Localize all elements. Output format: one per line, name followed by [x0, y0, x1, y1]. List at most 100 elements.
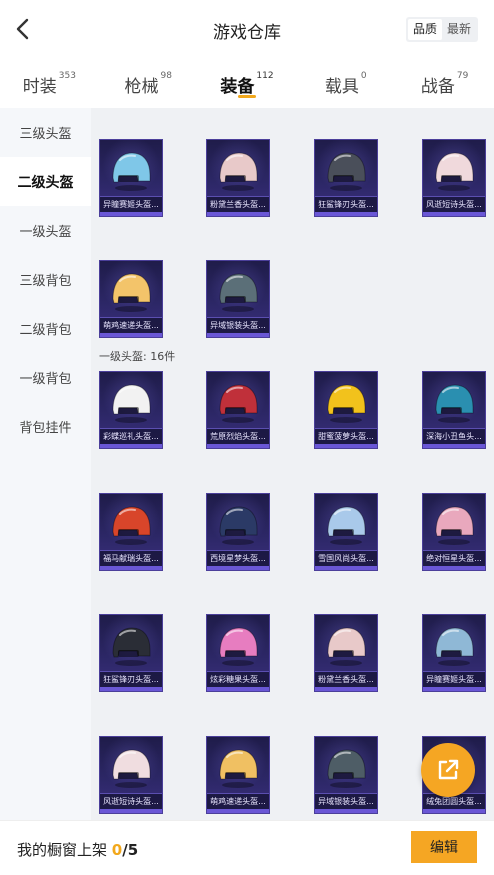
sidebar-item-level1-backpack[interactable]: 一级背包 — [0, 353, 91, 402]
item-name: 异域银装头盔... — [315, 793, 377, 809]
helmet-icon — [219, 749, 258, 788]
item-card[interactable]: 福马献瑞头盔... — [99, 493, 163, 571]
footer-bar: 我的橱窗上架 0/5 编辑 — [0, 820, 494, 875]
item-card[interactable]: 狂鲨锋刃头盔... — [99, 614, 163, 692]
rarity-bar — [207, 444, 269, 448]
rarity-bar — [315, 809, 377, 813]
item-card[interactable]: 异域银装头盔... — [314, 736, 378, 814]
share-button[interactable] — [421, 743, 475, 797]
helmet-icon — [112, 627, 151, 666]
item-card[interactable]: 异瞳赛姬头盔... — [422, 614, 486, 692]
group-title-level1-helmet: 一级头盔: 16件 — [99, 350, 176, 363]
rarity-bar — [423, 444, 485, 448]
item-name: 深海小丑鱼头... — [423, 428, 485, 444]
helmet-icon — [219, 627, 258, 666]
rarity-bar — [315, 566, 377, 570]
helmet-icon — [219, 506, 258, 545]
rarity-bar — [207, 687, 269, 691]
sidebar-item-level1-helmet[interactable]: 一级头盔 — [0, 206, 91, 255]
helmet-icon — [327, 627, 366, 666]
item-name: 西境星梦头盔... — [207, 550, 269, 566]
sidebar-item-level3-helmet[interactable]: 三级头盔 — [0, 108, 91, 157]
helmet-icon — [112, 152, 151, 191]
sidebar-item-level2-backpack[interactable]: 二级背包 — [0, 304, 91, 353]
item-name: 粉黛兰香头盔... — [315, 671, 377, 687]
rarity-bar — [100, 809, 162, 813]
tab-fashion[interactable]: 时装 353 — [0, 58, 99, 108]
item-grid: 一级头盔: 16件 异瞳赛姬头盔... 粉黛兰香头盔... 狂鲨锋刃头盔... 风逝短… — [91, 108, 494, 820]
item-name: 异瞳赛姬头盔... — [100, 196, 162, 212]
tab-count: 79 — [456, 71, 469, 81]
helmet-icon — [112, 506, 151, 545]
edit-button[interactable]: 编辑 — [411, 831, 477, 863]
item-name: 狂鲨锋刃头盔... — [100, 671, 162, 687]
showcase-label: 我的橱窗上架 — [17, 841, 112, 859]
item-name: 风逝短诗头盔... — [423, 196, 485, 212]
item-card[interactable]: 西境星梦头盔... — [206, 493, 270, 571]
sort-newest-option[interactable]: 最新 — [442, 19, 476, 40]
item-card[interactable]: 甜蜜菠萝头盔... — [314, 371, 378, 449]
helmet-icon — [219, 273, 258, 312]
item-name: 雪国风尚头盔... — [315, 550, 377, 566]
item-card[interactable]: 萌鸡速递头盔... — [99, 260, 163, 338]
item-name: 炫彩糖果头盔... — [207, 671, 269, 687]
rarity-bar — [423, 566, 485, 570]
item-card[interactable]: 炫彩糖果头盔... — [206, 614, 270, 692]
sort-quality-option[interactable]: 品质 — [407, 19, 442, 40]
rarity-bar — [207, 212, 269, 216]
share-icon — [438, 759, 459, 780]
header: 游戏仓库 品质 最新 — [0, 0, 494, 58]
showcase-current: 0 — [111, 841, 123, 859]
helmet-icon — [219, 152, 258, 191]
tab-weapons[interactable]: 枪械 98 — [99, 58, 198, 108]
rarity-bar — [423, 809, 485, 813]
item-name: 荒原烈焰头盔... — [207, 428, 269, 444]
item-card[interactable]: 粉黛兰香头盔... — [314, 614, 378, 692]
sidebar-item-level2-helmet[interactable]: 二级头盔 — [0, 157, 91, 206]
sort-toggle: 品质 最新 — [405, 17, 478, 42]
rarity-bar — [207, 566, 269, 570]
item-card[interactable]: 荒原烈焰头盔... — [206, 371, 270, 449]
item-card[interactable]: 风逝短诗头盔... — [422, 139, 486, 217]
item-card[interactable]: 彩蝶巡礼头盔... — [99, 371, 163, 449]
category-tabs: 时装 353 枪械 98 装备 112 载具 0 战备 79 — [0, 58, 494, 108]
helmet-icon — [327, 152, 366, 191]
helmet-icon — [435, 506, 474, 545]
tab-equipment[interactable]: 装备 112 — [198, 58, 297, 108]
item-name: 粉黛兰香头盔... — [207, 196, 269, 212]
tab-label: 时装 — [22, 77, 57, 97]
item-card[interactable]: 异域银装头盔... — [206, 260, 270, 338]
item-card[interactable]: 萌鸡速递头盔... — [206, 736, 270, 814]
item-card[interactable]: 深海小丑鱼头... — [422, 371, 486, 449]
active-tab-indicator — [237, 95, 256, 98]
helmet-icon — [112, 384, 151, 423]
item-name: 福马献瑞头盔... — [100, 550, 162, 566]
rarity-bar — [423, 687, 485, 691]
item-card[interactable]: 雪国风尚头盔... — [314, 493, 378, 571]
tab-count: 112 — [256, 71, 274, 81]
item-card[interactable]: 异瞳赛姬头盔... — [99, 139, 163, 217]
item-name: 狂鲨锋刃头盔... — [315, 196, 377, 212]
rarity-bar — [315, 444, 377, 448]
rarity-bar — [100, 566, 162, 570]
item-card[interactable]: 粉黛兰香头盔... — [206, 139, 270, 217]
item-name: 彩蝶巡礼头盔... — [100, 428, 162, 444]
item-name: 甜蜜菠萝头盔... — [315, 428, 377, 444]
item-card[interactable]: 风逝短诗头盔... — [99, 736, 163, 814]
rarity-bar — [423, 212, 485, 216]
helmet-icon — [219, 384, 258, 423]
tab-vehicles[interactable]: 载具 0 — [296, 58, 395, 108]
tab-gear[interactable]: 战备 79 — [395, 58, 494, 108]
item-name: 异瞳赛姬头盔... — [423, 671, 485, 687]
tab-label: 载具 — [324, 77, 359, 97]
showcase-total: /5 — [122, 841, 139, 859]
sidebar-item-backpack-charm[interactable]: 背包挂件 — [0, 402, 91, 451]
helmet-icon — [435, 152, 474, 191]
sidebar-item-level3-backpack[interactable]: 三级背包 — [0, 255, 91, 304]
rarity-bar — [100, 444, 162, 448]
item-card[interactable]: 绝对恒星头盔... — [422, 493, 486, 571]
rarity-bar — [100, 687, 162, 691]
tab-label: 战备 — [420, 77, 455, 97]
item-card[interactable]: 狂鲨锋刃头盔... — [314, 139, 378, 217]
helmet-icon — [327, 506, 366, 545]
